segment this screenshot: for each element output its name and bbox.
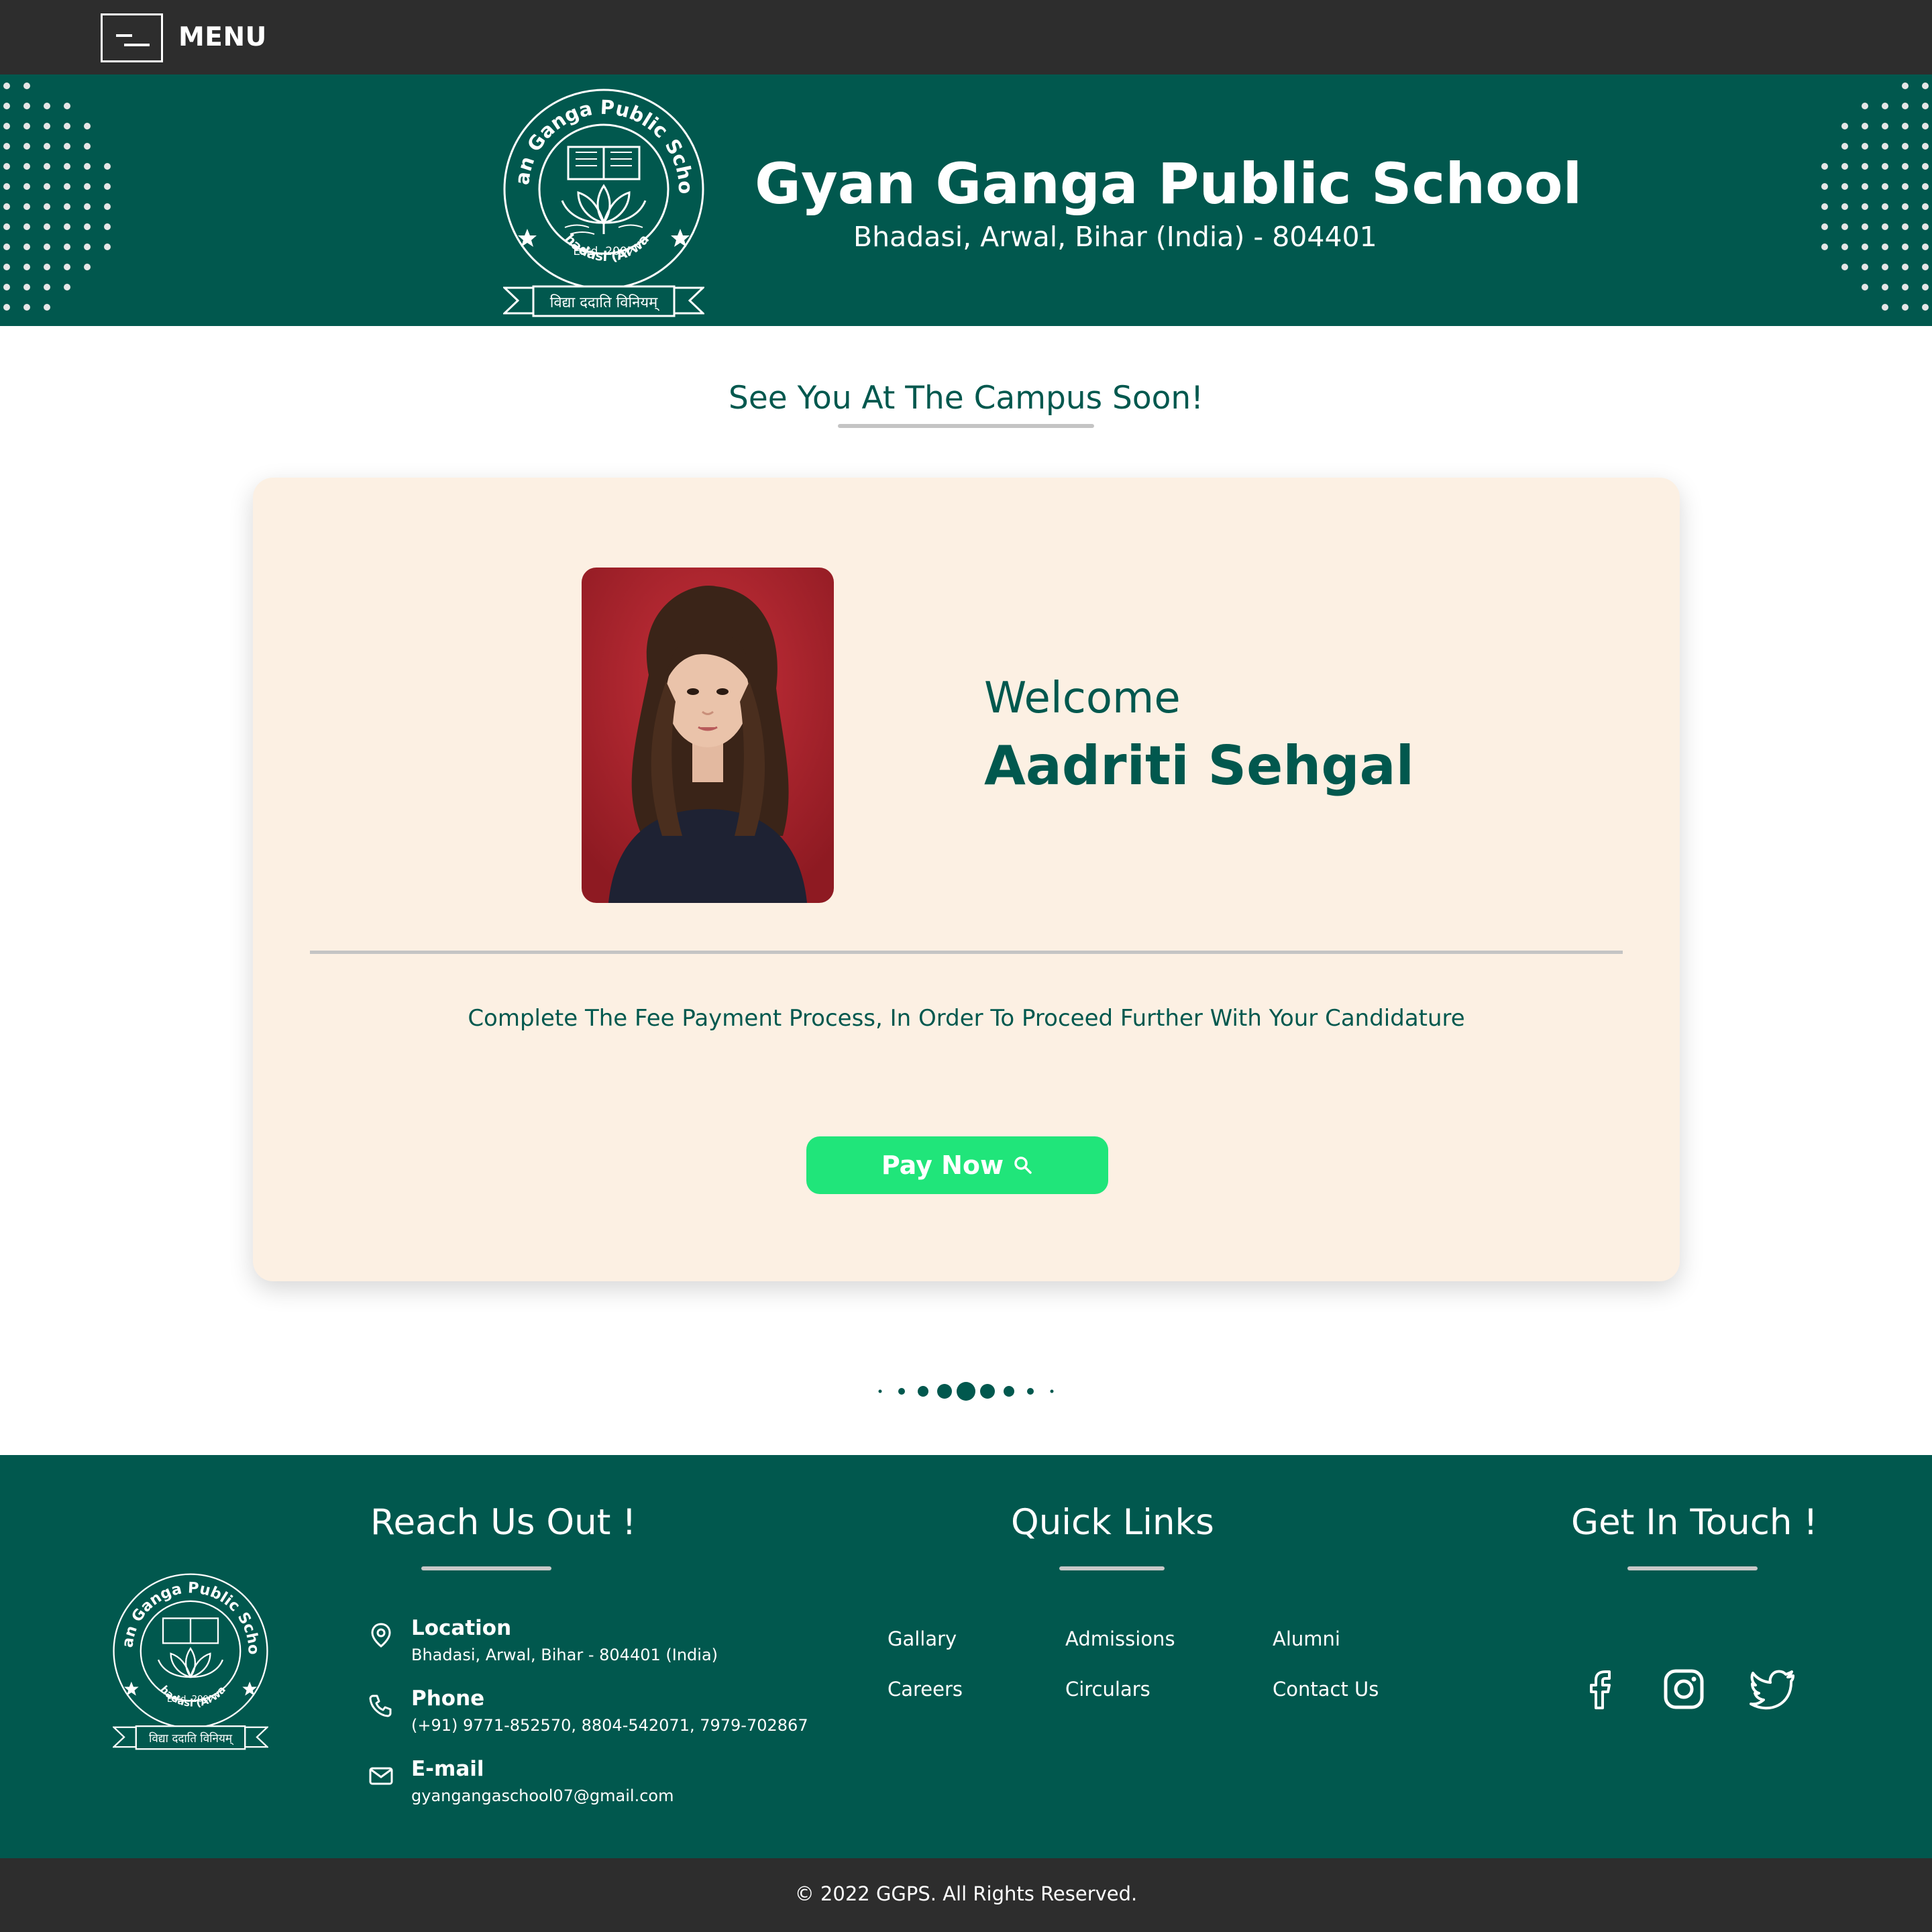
quick-link-gallery[interactable]: Gallary xyxy=(888,1627,957,1650)
svg-text:विद्या ददाति विनियम्: विद्या ददाति विनियम् xyxy=(550,294,660,311)
menu-label[interactable]: MENU xyxy=(178,22,267,52)
school-address: Bhadasi, Arwal, Bihar (India) - 804401 xyxy=(853,221,1377,253)
contact-email-value[interactable]: gyangangaschool07@gmail.com xyxy=(411,1786,674,1805)
welcome-card: Welcome Aadriti Sehgal Complete The Fee … xyxy=(253,478,1680,1281)
phone-icon xyxy=(369,1695,392,1717)
copyright-bar: © 2022 GGPS. All Rights Reserved. xyxy=(0,1858,1932,1932)
quick-links-heading: Quick Links xyxy=(1011,1502,1214,1543)
student-name: Aadriti Sehgal xyxy=(984,735,1415,797)
quick-link-contact-us[interactable]: Contact Us xyxy=(1273,1678,1379,1701)
card-divider xyxy=(310,951,1623,954)
carousel-indicator[interactable] xyxy=(865,1377,1067,1406)
contact-email-title: E-mail xyxy=(411,1757,484,1781)
get-in-touch-heading: Get In Touch ! xyxy=(1571,1502,1818,1543)
contact-phone-value[interactable]: (+91) 9771-852570, 8804-542071, 7979-702… xyxy=(411,1716,808,1735)
search-icon xyxy=(1014,1157,1032,1174)
twitter-icon[interactable] xyxy=(1749,1665,1797,1713)
page-tagline: See You At The Campus Soon! xyxy=(728,380,1204,417)
site-footer: Gyan Ganga Public School Estd. 2007 Bhad… xyxy=(0,1455,1932,1858)
contact-phone-title: Phone xyxy=(411,1686,485,1711)
contact-location-value: Bhadasi, Arwal, Bihar - 804401 (India) xyxy=(411,1646,718,1664)
get-in-touch-underline xyxy=(1627,1566,1758,1570)
copyright-text: © 2022 GGPS. All Rights Reserved. xyxy=(794,1882,1138,1905)
pay-now-label: Pay Now xyxy=(881,1150,1004,1180)
dot-pattern-left xyxy=(3,83,111,311)
pay-now-button[interactable]: Pay Now xyxy=(806,1136,1108,1194)
fee-payment-message: Complete The Fee Payment Process, In Ord… xyxy=(468,1005,1465,1032)
facebook-icon[interactable] xyxy=(1577,1665,1625,1713)
quick-link-admissions[interactable]: Admissions xyxy=(1065,1627,1175,1650)
instagram-icon[interactable] xyxy=(1660,1665,1708,1713)
quick-link-alumni[interactable]: Alumni xyxy=(1273,1627,1340,1650)
tagline-underline xyxy=(838,424,1094,428)
quick-link-circulars[interactable]: Circulars xyxy=(1065,1678,1150,1701)
reach-us-underline xyxy=(421,1566,551,1570)
mail-icon xyxy=(369,1767,393,1785)
top-navbar: MENU xyxy=(0,0,1932,74)
dot-pattern-right xyxy=(1821,83,1929,311)
contact-location-title: Location xyxy=(411,1616,512,1640)
school-name: Gyan Ganga Public School xyxy=(755,151,1582,217)
quick-links-underline xyxy=(1059,1566,1165,1570)
footer-school-logo: Gyan Ganga Public School Estd. 2007 Bhad… xyxy=(113,1570,268,1750)
svg-text:विद्या ददाति विनियम्: विद्या ददाति विनियम् xyxy=(149,1731,234,1746)
school-logo: Gyan Ganga Public School Estd. 2007 Bhad… xyxy=(503,85,704,317)
student-photo xyxy=(582,568,834,903)
school-header: Gyan Ganga Public School Estd. 2007 Bhad… xyxy=(0,74,1932,326)
quick-link-careers[interactable]: Careers xyxy=(888,1678,963,1701)
location-pin-icon xyxy=(371,1623,391,1648)
hamburger-menu-icon[interactable] xyxy=(101,13,163,62)
welcome-label: Welcome xyxy=(984,674,1181,723)
reach-us-heading: Reach Us Out ! xyxy=(370,1502,637,1543)
